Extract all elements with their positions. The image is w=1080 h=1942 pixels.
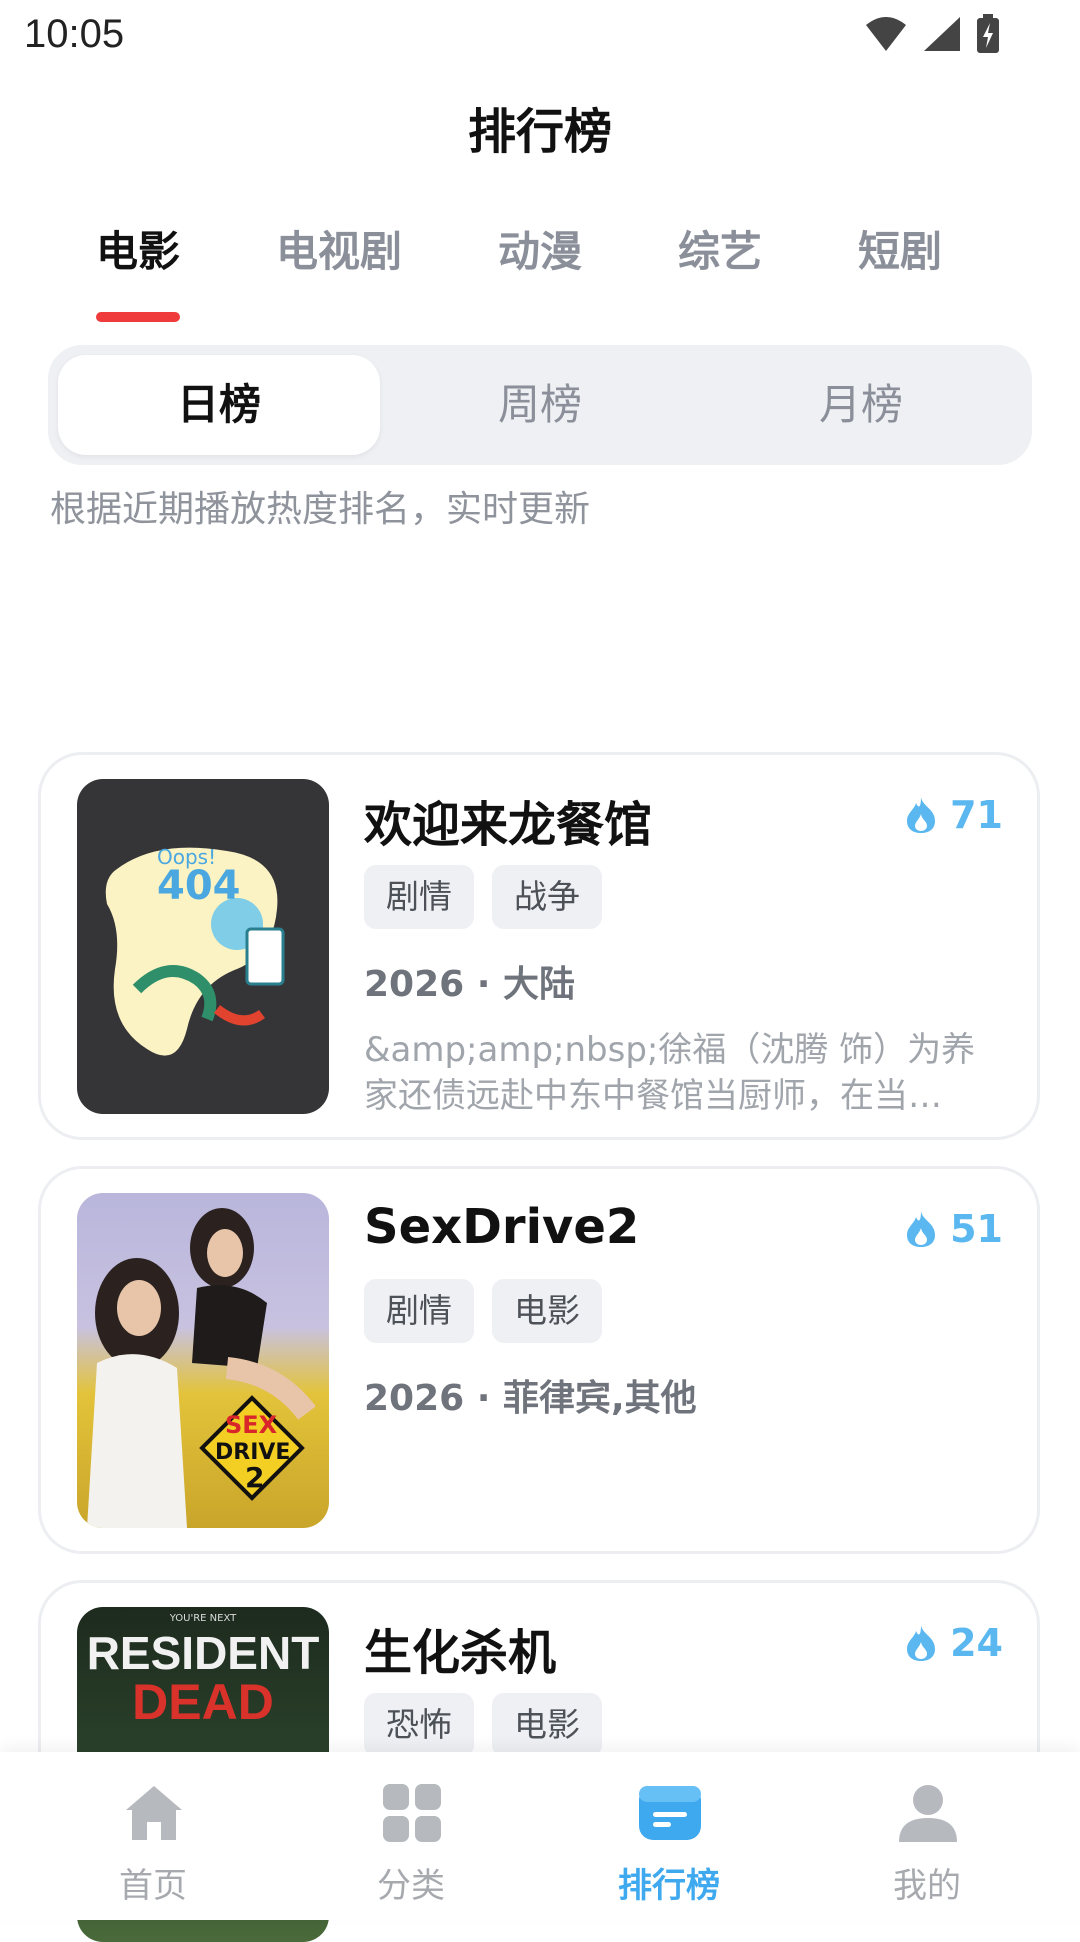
ranking-card[interactable]: Oops! 404 欢迎来龙餐馆 71 剧情 战争 2026 · 大陆 &amp… (38, 752, 1040, 1140)
nav-profile[interactable]: 我的 (792, 1752, 1062, 1920)
nav-label: 排行榜 (618, 1866, 720, 1906)
heat-value: 51 (950, 1207, 1003, 1251)
period-tab-weekly[interactable]: 周榜 (379, 345, 701, 465)
nav-label: 首页 (119, 1866, 187, 1906)
status-icons (864, 14, 1000, 54)
poster-text: DEAD (132, 1674, 274, 1730)
movie-poster[interactable]: SEX DRIVE 2 (77, 1193, 329, 1528)
flame-icon (907, 1625, 936, 1661)
genre-tags: 恐怖 电影 (364, 1693, 602, 1757)
nav-category[interactable]: 分类 (276, 1752, 546, 1920)
user-icon (899, 1785, 957, 1842)
category-tabs: 电影 电视剧 动漫 综艺 短剧 (0, 218, 1080, 318)
movie-title[interactable]: 生化杀机 (364, 1613, 556, 1683)
poster-text: 404 (157, 863, 241, 909)
signal-icon (924, 17, 960, 51)
tab-short-drama[interactable]: 短剧 (858, 218, 942, 279)
bottom-nav: 首页 分类 排行榜 我的 (0, 1752, 1080, 1920)
movie-title[interactable]: SexDrive2 (364, 1199, 639, 1255)
heat-score: 71 (904, 793, 1003, 837)
ranking-icon (639, 1786, 701, 1840)
tab-anime[interactable]: 动漫 (498, 218, 582, 279)
tab-variety[interactable]: 综艺 (678, 218, 762, 279)
year-region: 2026 · 大陆 (364, 964, 575, 1005)
genre-tag: 战争 (492, 865, 602, 929)
battery-icon (977, 14, 999, 53)
genre-tag: 电影 (492, 1279, 602, 1343)
active-tab-indicator (96, 312, 180, 322)
tab-movie[interactable]: 电影 (96, 218, 180, 279)
ranking-card[interactable]: SEX DRIVE 2 SexDrive2 51 剧情 电影 2026 · 菲律… (38, 1166, 1040, 1554)
poster-text: RESIDENT (87, 1627, 320, 1679)
synopsis: &amp;amp;nbsp;徐福（沈腾 饰）为养家还债远赴中东中餐馆当厨师，在当… (364, 1030, 976, 1116)
home-icon (126, 1786, 182, 1840)
period-segmented-control: 日榜 周榜 月榜 (48, 345, 1032, 465)
nav-home[interactable]: 首页 (18, 1752, 288, 1920)
heat-score: 51 (904, 1207, 1003, 1251)
tab-tv-series[interactable]: 电视剧 (276, 218, 402, 279)
heat-score: 24 (904, 1621, 1003, 1665)
heat-value: 24 (950, 1621, 1003, 1665)
page-title: 排行榜 (467, 104, 612, 160)
heat-value: 71 (950, 793, 1003, 837)
nav-ranking[interactable]: 排行榜 (534, 1752, 804, 1920)
status-bar: 10:05 (0, 0, 1080, 72)
poster-text: 2 (245, 1461, 264, 1494)
genre-tag: 剧情 (364, 865, 474, 929)
nav-label: 我的 (893, 1866, 961, 1906)
genre-tag: 恐怖 (364, 1693, 474, 1757)
year-region: 2026 · 菲律宾,其他 (364, 1378, 697, 1419)
grid-icon (383, 1784, 441, 1842)
poster-text: SEX (225, 1411, 278, 1439)
wifi-icon (866, 17, 906, 51)
genre-tags: 剧情 战争 (364, 865, 602, 929)
flame-icon (907, 797, 936, 833)
status-time: 10:05 (24, 12, 125, 56)
flame-icon (907, 1211, 936, 1247)
poster-text: YOU'RE NEXT (169, 1613, 237, 1624)
movie-title[interactable]: 欢迎来龙餐馆 (364, 785, 652, 855)
genre-tag: 电影 (492, 1693, 602, 1757)
period-tab-monthly[interactable]: 月榜 (700, 345, 1022, 465)
movie-poster[interactable]: Oops! 404 (77, 779, 329, 1114)
ranking-description: 根据近期播放热度排名，实时更新 (50, 489, 591, 530)
genre-tag: 剧情 (364, 1279, 474, 1343)
genre-tags: 剧情 电影 (364, 1279, 602, 1343)
period-tab-daily[interactable]: 日榜 (58, 355, 380, 455)
nav-label: 分类 (377, 1866, 445, 1906)
